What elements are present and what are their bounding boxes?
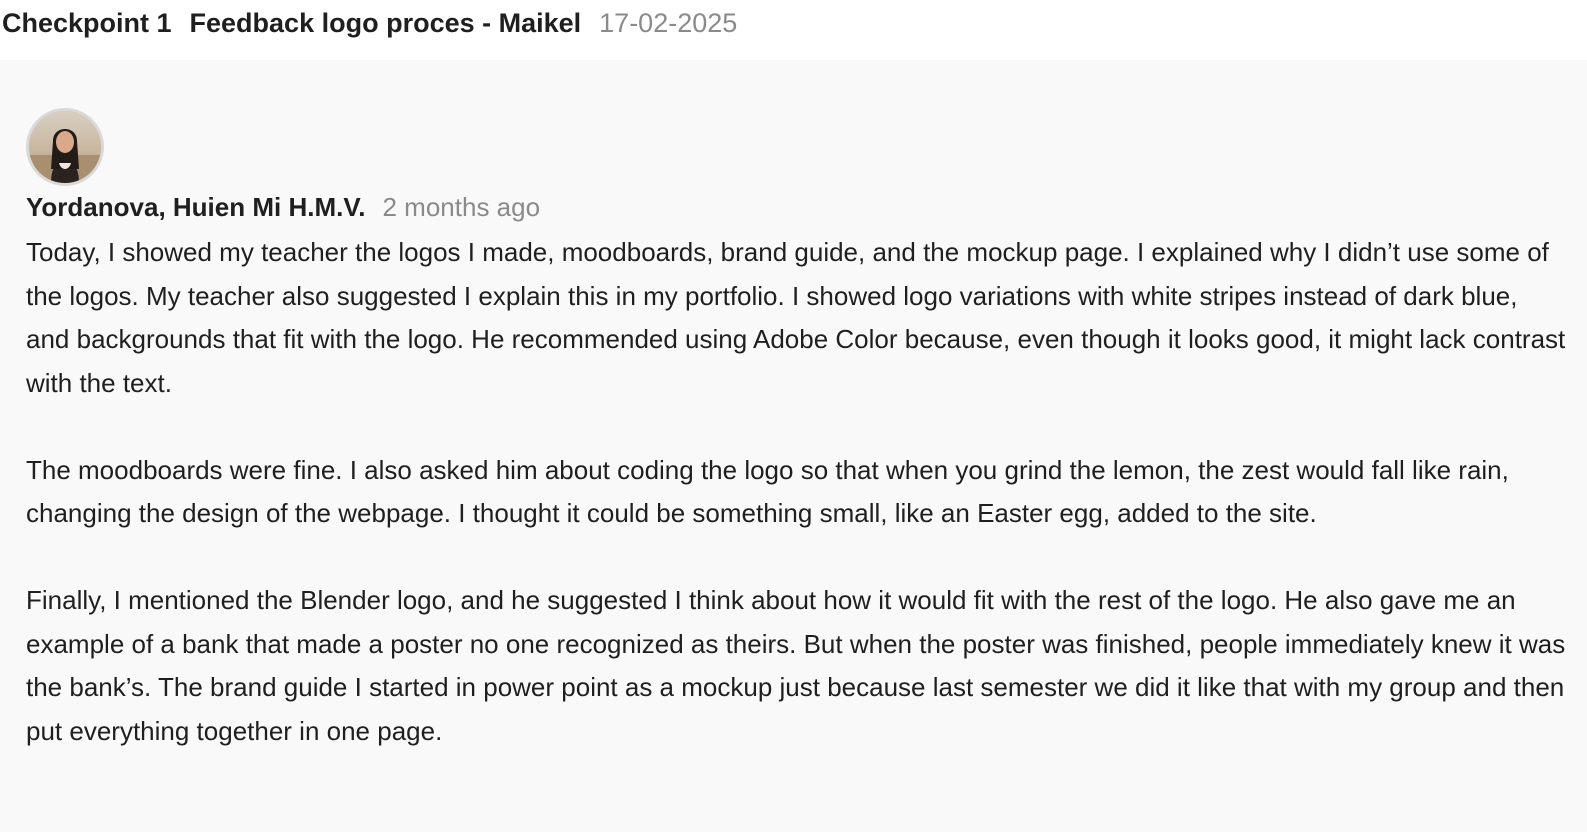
- comment-timestamp: 2 months ago: [382, 192, 541, 222]
- comment-body: Today, I showed my teacher the logos I m…: [26, 231, 1566, 753]
- comment-paragraph: The moodboards were fine. I also asked h…: [26, 454, 1509, 529]
- author-name[interactable]: Yordanova, Huien Mi H.M.V.: [26, 192, 366, 223]
- comment-panel: Yordanova, Huien Mi H.M.V. 2 months ago …: [0, 60, 1587, 832]
- checkpoint-label: Checkpoint 1: [2, 7, 172, 38]
- page-title: Feedback logo proces - Maikel: [189, 7, 582, 38]
- comment-meta: Yordanova, Huien Mi H.M.V. 2 months ago: [26, 192, 540, 223]
- user-avatar-photo-icon: [29, 111, 101, 183]
- avatar[interactable]: [26, 108, 104, 186]
- page-header: Checkpoint 1 Feedback logo proces - Maik…: [0, 0, 1587, 60]
- comment-paragraph: Today, I showed my teacher the logos I m…: [26, 237, 1566, 398]
- comment-paragraph: Finally, I mentioned the Blender logo, a…: [26, 585, 1566, 746]
- header-date: 17-02-2025: [599, 7, 738, 38]
